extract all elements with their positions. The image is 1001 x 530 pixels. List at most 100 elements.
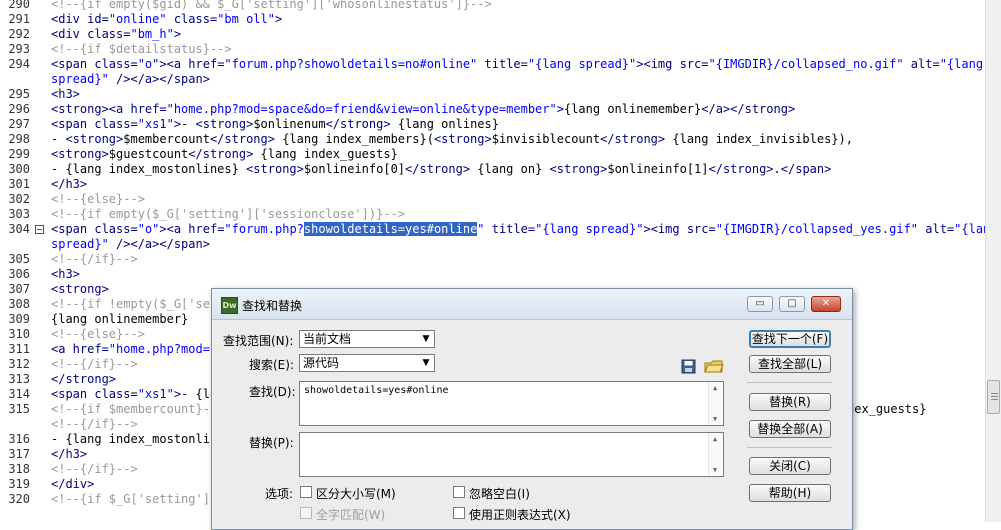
match-case-label[interactable]: 区分大小写(M) <box>316 485 396 502</box>
code-token: <strong> <box>195 117 254 131</box>
search-value: 源代码 <box>303 356 340 370</box>
code-token: {lang onlinemember} <box>51 312 189 326</box>
find-in-select[interactable]: 当前文档 ▼ <box>299 330 435 348</box>
editor-vertical-scrollbar[interactable] <box>985 0 1001 522</box>
replace-all-button[interactable]: 替换全部(A) <box>749 420 831 438</box>
find-in-label: 查找范围(N): <box>223 334 294 348</box>
code-token: {lang index_members}( <box>274 132 434 146</box>
save-query-icon[interactable] <box>681 359 696 374</box>
scrollbar-thumb[interactable] <box>987 380 1000 414</box>
code-token: > <box>556 102 564 116</box>
match-case-checkbox[interactable] <box>300 486 312 498</box>
code-text: <strong> <box>51 282 109 297</box>
code-text: {lang onlinemember} <box>51 312 188 327</box>
line-number: 307 <box>8 282 30 296</box>
load-query-icon[interactable] <box>704 358 724 374</box>
find-next-button[interactable]: 查找下一个(F) <box>749 330 831 348</box>
code-token: spread}" <box>51 237 109 251</box>
code-text: <div id="online" class="bm oll"> <box>51 12 282 27</box>
code-text: <!--{if $membercount}-- <box>51 402 217 417</box>
code-token: $onlineinfo[1] <box>607 162 709 176</box>
close-window-button[interactable]: ✕ <box>811 296 841 312</box>
code-token: </strong> <box>188 147 254 161</box>
code-token: {lang on} <box>470 162 550 176</box>
line-number: 309 <box>8 312 30 326</box>
code-text: <!--{/if}--> <box>51 357 138 372</box>
whole-word-checkbox[interactable] <box>300 507 312 519</box>
code-token: </span> <box>780 162 832 176</box>
code-text: <!--{/if}--> <box>51 462 138 477</box>
code-text: spread}" /></a></span> <box>51 237 210 252</box>
find-all-button[interactable]: 查找全部(L) <box>749 355 831 373</box>
minimize-button[interactable]: ▭ <box>747 296 773 312</box>
search-select[interactable]: 源代码 ▼ <box>299 354 435 372</box>
replace-button[interactable]: 替换(R) <box>749 393 831 411</box>
code-token: $invisiblecount <box>491 132 601 146</box>
replace-textarea[interactable]: ▲ ▼ <box>299 432 724 477</box>
find-textarea[interactable]: showoldetails=yes#online ▲ ▼ <box>299 381 724 426</box>
code-token: alt= <box>903 57 940 71</box>
code-text: - <strong>$membercount</strong> {lang in… <box>51 132 853 147</box>
line-number: 313 <box>8 372 30 386</box>
line-number: 302 <box>8 192 30 206</box>
dialog-titlebar[interactable]: Dw 查找和替换 ▭ ▢ ✕ <box>212 289 852 320</box>
code-token: "{lang spread}" <box>527 57 637 71</box>
code-token: <!--{if !empty($_G['set <box>51 297 218 311</box>
ignore-whitespace-label[interactable]: 忽略空白(I) <box>469 485 530 502</box>
dreamweaver-app-icon: Dw <box>221 297 238 314</box>
find-textarea-scrollbar[interactable]: ▲ ▼ <box>708 382 723 425</box>
code-token: {lang index_guests} <box>253 147 398 161</box>
code-token: alt= <box>918 222 955 236</box>
code-token: <a href= <box>51 342 109 356</box>
code-text: <!--{else}--> <box>51 327 145 342</box>
line-number: 304 <box>8 222 30 236</box>
code-token: /></a></span> <box>108 237 210 251</box>
fold-toggle-icon[interactable] <box>35 225 44 234</box>
line-number: 311 <box>8 342 30 356</box>
line-number: 316 <box>8 432 30 446</box>
replace-textarea-scrollbar[interactable]: ▲ ▼ <box>708 433 723 476</box>
line-number: 310 <box>8 327 30 341</box>
find-in-value: 当前文档 <box>303 332 352 346</box>
code-token: > <box>173 387 182 401</box>
whole-word-label[interactable]: 全字匹配(W) <box>316 506 385 523</box>
code-token: ><a href= <box>159 57 225 71</box>
line-number: 319 <box>8 477 30 491</box>
code-token: <h3> <box>51 87 80 101</box>
code-text: <!--{if $_G['setting'][ <box>51 492 217 507</box>
code-token: {lang onlines} <box>390 117 499 131</box>
code-token: <span class= <box>51 117 138 131</box>
code-text: <div class="bm_h"> <box>51 27 181 42</box>
maximize-button[interactable]: ▢ <box>779 296 805 312</box>
line-number: 318 <box>8 462 30 476</box>
code-text: <span class="o"><a href="forum.php?showo… <box>51 222 985 237</box>
help-button[interactable]: 帮助(H) <box>749 484 831 502</box>
code-token: - <box>51 132 66 146</box>
line-number: 297 <box>8 117 30 131</box>
regex-label[interactable]: 使用正则表达式(X) <box>469 506 571 523</box>
code-token: "o" <box>137 222 160 236</box>
code-token: - <box>181 117 196 131</box>
line-number: 303 <box>8 207 30 221</box>
selected-text: showoldetails=yes#online <box>303 222 478 236</box>
line-number: 312 <box>8 357 30 371</box>
ignore-whitespace-checkbox[interactable] <box>453 486 465 498</box>
button-separator <box>747 382 832 383</box>
code-token: <div <box>51 12 88 26</box>
line-number: 296 <box>8 102 30 116</box>
code-token: "o" <box>137 57 160 71</box>
thumb-grip <box>991 399 998 400</box>
code-token: > <box>173 27 182 41</box>
line-number: 300 <box>8 162 30 176</box>
code-text: <!--{if empty($_G['setting']['sessionclo… <box>51 207 405 222</box>
code-token: $guestcount <box>108 147 189 161</box>
regex-checkbox[interactable] <box>453 507 465 519</box>
code-token: <strong> <box>549 162 608 176</box>
close-button[interactable]: 关闭(C) <box>749 457 831 475</box>
code-text: <strong><a href="home.php?mod=space&do=f… <box>51 102 795 117</box>
code-token: "{IMGDIR}/collapsed_yes.gif" <box>715 222 919 236</box>
code-token: <span class= <box>51 57 138 71</box>
code-token: "xs1" <box>137 117 174 131</box>
code-token: dex_guests} <box>847 402 927 416</box>
code-token: /></a></span> <box>108 72 210 86</box>
